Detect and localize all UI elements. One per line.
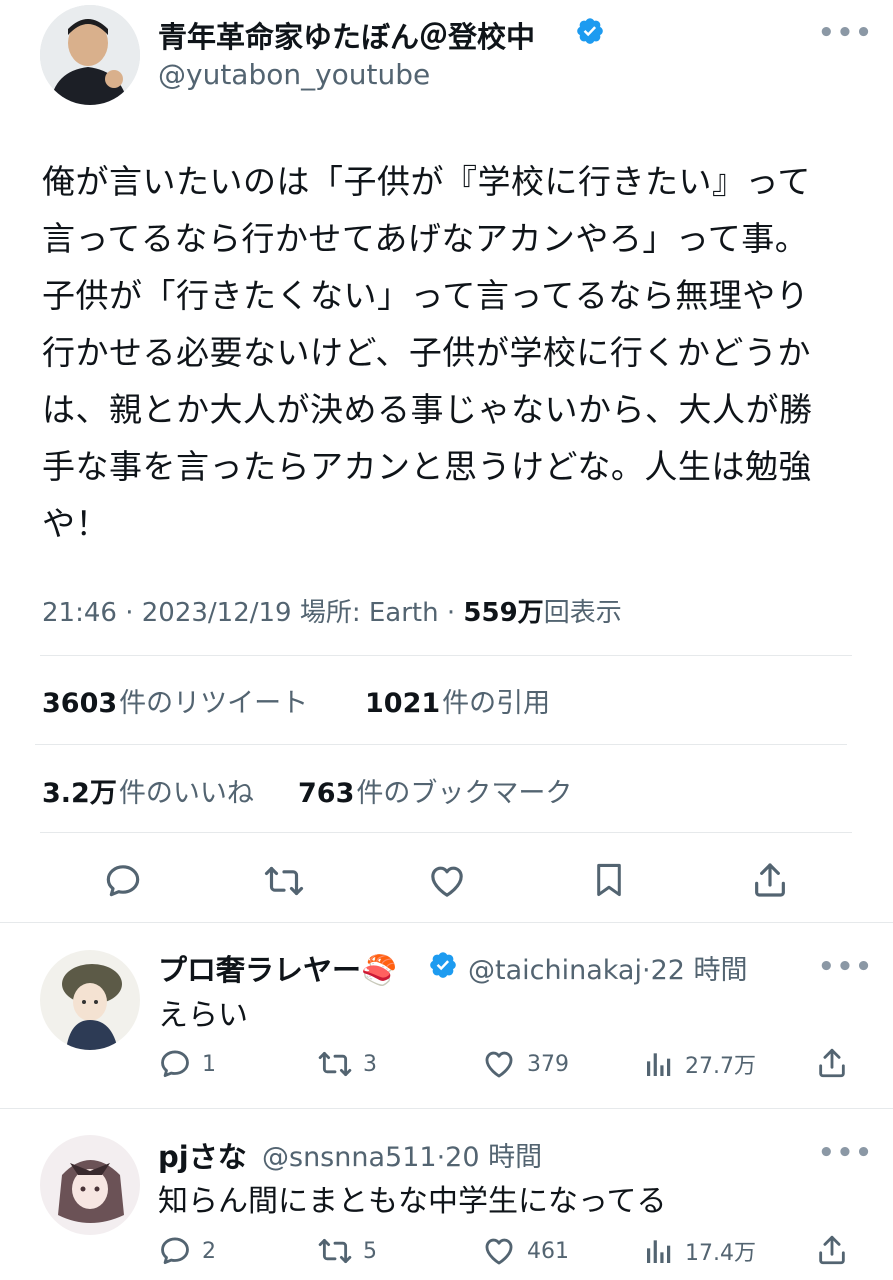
tweet-text: 俺が言いたいのは「子供が『学校に行きたい』って 言ってるなら行かせてあげなアカン… bbox=[42, 153, 862, 552]
reply-time[interactable]: 20 時間 bbox=[445, 1142, 542, 1173]
like-heart-icon[interactable] bbox=[426, 861, 468, 901]
reply-author-name[interactable]: pjさな bbox=[158, 1134, 247, 1176]
view-count: 27.7万 bbox=[685, 1054, 756, 1079]
reply-like-action[interactable]: 379 bbox=[481, 1047, 569, 1081]
retweets-stat[interactable]: 3603件のリツイート bbox=[42, 681, 308, 720]
reply-count: 1 bbox=[202, 1051, 216, 1077]
author-name-text: 青年革命家ゆたぼん＠登校中 bbox=[158, 20, 536, 54]
reply-retweet-action[interactable]: 5 bbox=[317, 1234, 377, 1268]
reply-icon bbox=[161, 1237, 189, 1265]
retweet-count: 5 bbox=[363, 1238, 377, 1264]
tweet-text-line: 子供が「行きたくない」って言ってるなら無理やり bbox=[42, 276, 810, 315]
share-icon[interactable] bbox=[815, 1232, 849, 1268]
tweet-text-line: や！ bbox=[42, 504, 109, 543]
likes-stat[interactable]: 3.2万件のいいね bbox=[42, 771, 254, 810]
reply-handle[interactable]: @snsnna511 bbox=[262, 1142, 437, 1173]
meta-separator: · bbox=[436, 1142, 446, 1173]
tweet-time[interactable]: 21:46 bbox=[42, 598, 117, 628]
reply-icon[interactable] bbox=[103, 861, 143, 901]
verified-badge-icon bbox=[575, 16, 605, 46]
reply-avatar[interactable] bbox=[40, 950, 140, 1050]
reply-time[interactable]: 22 時間 bbox=[651, 955, 748, 986]
retweets-count: 3603 bbox=[42, 688, 118, 719]
reply-views-action[interactable]: 17.4万 bbox=[643, 1234, 756, 1268]
tweet-text-line: 俺が言いたいのは「子供が『学校に行きたい』って bbox=[42, 162, 811, 201]
quotes-count: 1021 bbox=[365, 688, 441, 719]
reply-retweet-action[interactable]: 3 bbox=[317, 1047, 377, 1081]
tweet-text-line: 行かせる必要ないけど、子供が学校に行くかどうか bbox=[42, 333, 811, 372]
bookmarks-label: 件のブックマーク bbox=[356, 778, 573, 809]
retweet-icon[interactable] bbox=[263, 861, 305, 901]
retweet-icon bbox=[318, 1238, 352, 1264]
author-handle[interactable]: @yutabon_youtube bbox=[158, 58, 430, 91]
verified-badge-icon bbox=[428, 950, 458, 980]
reply-text: 知らん間にまともな中学生になってる bbox=[158, 1184, 667, 1219]
reply-reply-action[interactable]: 2 bbox=[158, 1234, 216, 1268]
tweet-location: 場所: Earth bbox=[299, 598, 439, 628]
like-heart-icon bbox=[485, 1238, 513, 1265]
more-horizontal-icon[interactable]: ••• bbox=[818, 952, 874, 982]
retweets-label: 件のリツイート bbox=[119, 688, 309, 719]
reply-author-name[interactable]: プロ奢ラレヤー🍣 bbox=[158, 947, 397, 989]
likes-label: 件のいいね bbox=[118, 778, 254, 809]
meta-separator: · bbox=[641, 955, 651, 986]
analytics-bars-icon bbox=[647, 1053, 671, 1076]
reply-views-action[interactable]: 27.7万 bbox=[643, 1047, 756, 1081]
bookmarks-count: 763 bbox=[298, 778, 355, 809]
analytics-bars-icon bbox=[647, 1240, 671, 1263]
bookmarks-stat[interactable]: 763件のブックマーク bbox=[298, 771, 572, 810]
divider bbox=[40, 832, 852, 833]
like-count: 461 bbox=[527, 1238, 569, 1264]
reply-avatar[interactable] bbox=[40, 1135, 140, 1235]
view-count: 17.4万 bbox=[685, 1241, 756, 1266]
like-heart-icon bbox=[485, 1051, 513, 1078]
author-avatar[interactable] bbox=[40, 5, 140, 105]
meta-separator: · bbox=[446, 598, 464, 628]
tweet-date[interactable]: 2023/12/19 bbox=[142, 598, 292, 628]
retweet-icon bbox=[318, 1051, 352, 1077]
tweet-meta: 21:46 · 2023/12/19 場所: Earth · 559万回表示 bbox=[42, 592, 622, 629]
tweet-text-line: は、親とか大人が決める事じゃないから、大人が勝 bbox=[42, 390, 813, 429]
likes-count: 3.2万 bbox=[42, 778, 117, 809]
quotes-label: 件の引用 bbox=[442, 688, 551, 719]
reply-like-action[interactable]: 461 bbox=[481, 1234, 569, 1268]
divider bbox=[40, 655, 852, 656]
more-horizontal-icon[interactable]: ••• bbox=[818, 1138, 874, 1168]
bookmark-icon[interactable] bbox=[590, 859, 628, 901]
reply-count: 2 bbox=[202, 1238, 216, 1264]
retweet-count: 3 bbox=[363, 1051, 377, 1077]
views-label: 回表示 bbox=[543, 598, 622, 628]
quotes-stat[interactable]: 1021件の引用 bbox=[365, 681, 550, 720]
like-count: 379 bbox=[527, 1051, 569, 1077]
author-name[interactable]: 青年革命家ゆたぼん＠登校中 bbox=[158, 14, 535, 56]
views-count: 559万 bbox=[463, 598, 544, 628]
divider bbox=[35, 744, 847, 745]
reply-handle[interactable]: @taichinakaj bbox=[468, 955, 642, 986]
reply-handle-time: @snsnna511·20 時間 bbox=[262, 1135, 542, 1174]
tweet-text-line: 言ってるなら行かせてあげなアカンやろ」って事。 bbox=[42, 219, 809, 258]
reply-handle-time: @taichinakaj·22 時間 bbox=[468, 948, 748, 987]
meta-separator: · bbox=[125, 598, 142, 628]
reply-reply-action[interactable]: 1 bbox=[158, 1047, 216, 1081]
reply-icon bbox=[161, 1050, 189, 1078]
more-horizontal-icon[interactable]: ••• bbox=[818, 18, 874, 48]
reply-author-name-text: プロ奢ラレヤー bbox=[158, 953, 362, 987]
share-icon[interactable] bbox=[815, 1045, 849, 1081]
share-icon[interactable] bbox=[750, 859, 790, 901]
divider bbox=[0, 1108, 893, 1109]
sushi-emoji: 🍣 bbox=[361, 953, 398, 987]
tweet-text-line: 手な事を言ったらアカンと思うけどな。人生は勉強 bbox=[42, 447, 812, 486]
divider bbox=[0, 922, 893, 923]
reply-text: えらい bbox=[158, 998, 248, 1033]
